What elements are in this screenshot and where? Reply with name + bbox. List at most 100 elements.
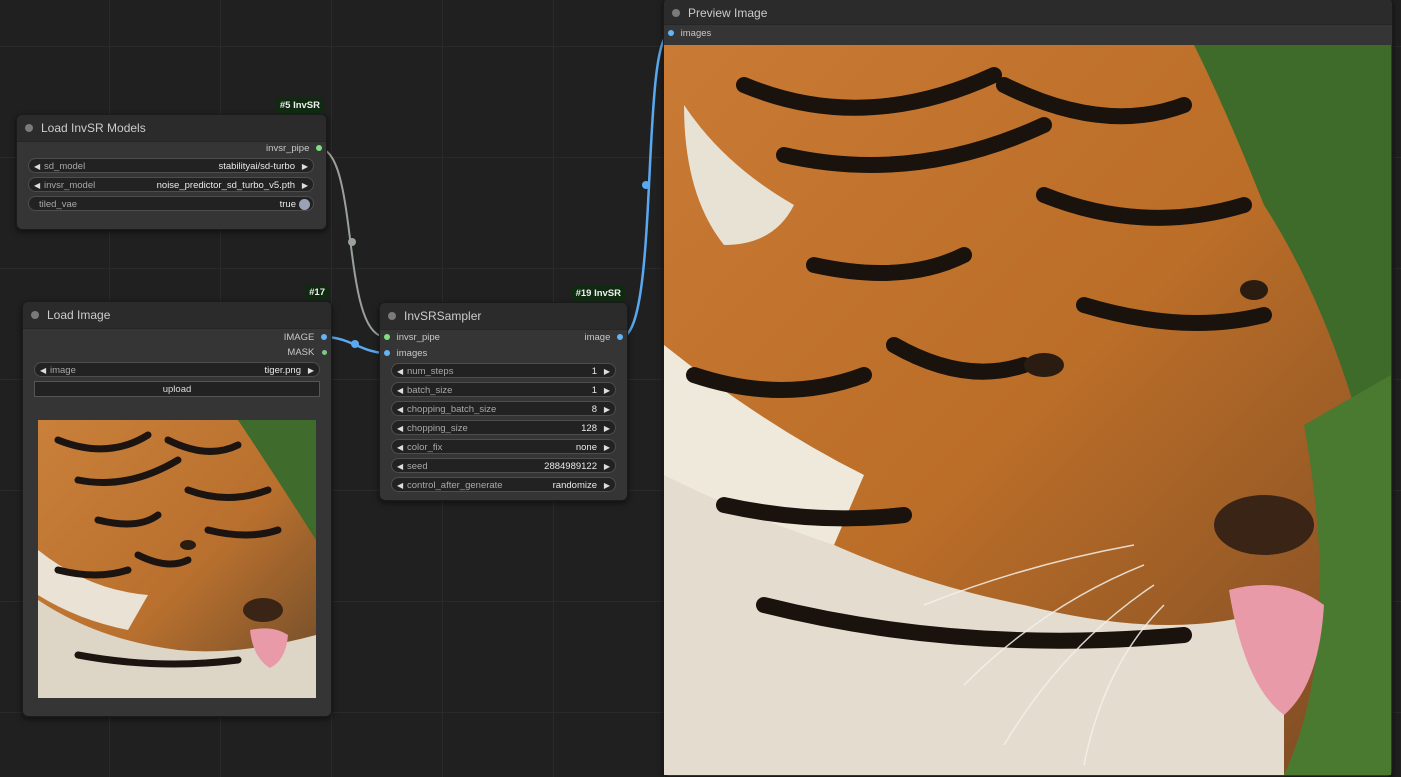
link-preview-midpoint[interactable]: [642, 181, 650, 189]
widget-num-steps[interactable]: ◀ num_steps 1 ▶: [391, 363, 616, 378]
output-slot-image[interactable]: image: [543, 331, 623, 345]
output-slot-dot-icon[interactable]: [617, 334, 623, 341]
widget-invsr-model[interactable]: ◀ invsr_model noise_predictor_sd_turbo_v…: [28, 177, 314, 192]
output-slot-image[interactable]: IMAGE: [207, 331, 327, 345]
toggle-knob-icon[interactable]: [299, 198, 310, 210]
widget-value: none: [575, 442, 597, 453]
output-slot-dot-icon[interactable]: [316, 145, 322, 152]
increment-arrow-icon[interactable]: ▶: [604, 402, 610, 417]
input-slot-label: invsr_pipe: [396, 332, 440, 343]
widget-name: chopping_size: [407, 423, 468, 434]
output-slot-dot-icon[interactable]: [322, 349, 327, 355]
output-slot-label: invsr_pipe: [266, 143, 310, 154]
node-load-invsr-models[interactable]: #5 InvSR Load InvSR Models invsr_pipe ◀ …: [16, 98, 327, 230]
widget-value: 128: [581, 423, 597, 434]
input-slot-images[interactable]: images: [668, 27, 711, 41]
widget-name: chopping_batch_size: [407, 404, 497, 415]
widget-value: 1: [591, 366, 597, 377]
widget-name: sd_model: [44, 161, 86, 172]
widget-name: seed: [407, 461, 428, 472]
increment-arrow-icon[interactable]: ▶: [604, 383, 610, 398]
output-slot-label: MASK: [287, 347, 315, 358]
collapse-dot-icon[interactable]: [672, 8, 680, 17]
output-slot-label: IMAGE: [283, 332, 315, 343]
decrement-arrow-icon[interactable]: ◀: [34, 178, 40, 193]
node-title-bar[interactable]: Load Image: [23, 302, 331, 329]
increment-arrow-icon[interactable]: ▶: [604, 421, 610, 436]
widget-name: num_steps: [407, 366, 454, 377]
widget-value: 1: [591, 385, 597, 396]
node-preview-image[interactable]: Preview Image images: [663, 0, 1393, 777]
node-badge: #19 InvSR: [571, 286, 625, 301]
widget-name: batch_size: [407, 385, 453, 396]
increment-arrow-icon[interactable]: ▶: [604, 440, 610, 455]
collapse-dot-icon[interactable]: [388, 312, 396, 320]
output-slot-label: image: [584, 332, 611, 343]
decrement-arrow-icon[interactable]: ◀: [40, 363, 46, 378]
widget-name: color_fix: [407, 442, 443, 453]
increment-arrow-icon[interactable]: ▶: [604, 364, 610, 379]
input-slot-label: images: [396, 348, 428, 359]
node-title-bar[interactable]: Preview Image: [664, 0, 1392, 25]
node-load-image[interactable]: #17 Load Image IMAGE MASK ◀ image tiger.…: [22, 285, 332, 717]
widget-value: tiger.png: [264, 365, 301, 376]
node-title: InvSRSampler: [404, 309, 482, 323]
decrement-arrow-icon[interactable]: ◀: [34, 159, 40, 174]
tiger-upscaled-image: [664, 45, 1391, 775]
node-badge: #17: [305, 285, 329, 300]
decrement-arrow-icon[interactable]: ◀: [397, 478, 403, 493]
widget-value: 2884989122: [544, 461, 597, 472]
input-slot-dot-icon[interactable]: [384, 334, 390, 341]
decrement-arrow-icon[interactable]: ◀: [397, 383, 403, 398]
increment-arrow-icon[interactable]: ▶: [302, 159, 308, 174]
widget-name: tiled_vae: [39, 199, 78, 210]
decrement-arrow-icon[interactable]: ◀: [397, 440, 403, 455]
output-slot-dot-icon[interactable]: [321, 334, 327, 341]
decrement-arrow-icon[interactable]: ◀: [397, 364, 403, 379]
widget-value: noise_predictor_sd_turbo_v5.pth: [156, 180, 295, 191]
increment-arrow-icon[interactable]: ▶: [604, 478, 610, 493]
widget-value: 8: [591, 404, 597, 415]
node-title: Load Image: [47, 308, 111, 322]
widget-image-select[interactable]: ◀ image tiger.png ▶: [34, 362, 320, 377]
collapse-dot-icon[interactable]: [25, 124, 33, 132]
input-slot-invsr-pipe[interactable]: invsr_pipe: [384, 331, 440, 345]
upload-button[interactable]: upload: [34, 381, 320, 397]
link-image-midpoint[interactable]: [351, 340, 359, 348]
widget-chopping-size[interactable]: ◀ chopping_size 128 ▶: [391, 420, 616, 435]
input-slot-images[interactable]: images: [384, 347, 427, 361]
collapse-dot-icon[interactable]: [31, 311, 39, 319]
increment-arrow-icon[interactable]: ▶: [302, 178, 308, 193]
widget-sd-model[interactable]: ◀ sd_model stabilityai/sd-turbo ▶: [28, 158, 314, 173]
widget-control-after-generate[interactable]: ◀ control_after_generate randomize ▶: [391, 477, 616, 492]
decrement-arrow-icon[interactable]: ◀: [397, 402, 403, 417]
input-slot-label: images: [680, 28, 712, 39]
output-slot-mask[interactable]: MASK: [207, 346, 327, 360]
widget-name: image: [50, 365, 76, 376]
node-title-bar[interactable]: Load InvSR Models: [17, 115, 326, 142]
node-title: Preview Image: [688, 5, 768, 20]
widget-seed[interactable]: ◀ seed 2884989122 ▶: [391, 458, 616, 473]
node-title: Load InvSR Models: [41, 121, 146, 135]
increment-arrow-icon[interactable]: ▶: [604, 459, 610, 474]
widget-chopping-batch-size[interactable]: ◀ chopping_batch_size 8 ▶: [391, 401, 616, 416]
widget-value: true: [279, 199, 296, 210]
decrement-arrow-icon[interactable]: ◀: [397, 421, 403, 436]
widget-color-fix[interactable]: ◀ color_fix none ▶: [391, 439, 616, 454]
widget-name: invsr_model: [44, 180, 96, 191]
input-slot-dot-icon[interactable]: [384, 350, 390, 357]
tiger-thumbnail-image: [38, 420, 316, 698]
widget-tiled-vae-toggle[interactable]: tiled_vae true: [28, 196, 314, 211]
increment-arrow-icon[interactable]: ▶: [308, 363, 314, 378]
output-slot-invsr-pipe[interactable]: invsr_pipe: [172, 142, 322, 156]
input-slot-dot-icon[interactable]: [668, 30, 674, 37]
node-invsr-sampler[interactable]: #19 InvSR InvSRSampler invsr_pipe images…: [379, 286, 628, 501]
link-invsr-pipe-midpoint[interactable]: [348, 238, 356, 246]
decrement-arrow-icon[interactable]: ◀: [397, 459, 403, 474]
node-badge: #5 InvSR: [275, 98, 324, 113]
widget-value: randomize: [552, 480, 597, 491]
widget-batch-size[interactable]: ◀ batch_size 1 ▶: [391, 382, 616, 397]
widget-name: control_after_generate: [407, 480, 503, 491]
node-title-bar[interactable]: InvSRSampler: [380, 303, 627, 330]
widget-value: stabilityai/sd-turbo: [218, 161, 295, 172]
